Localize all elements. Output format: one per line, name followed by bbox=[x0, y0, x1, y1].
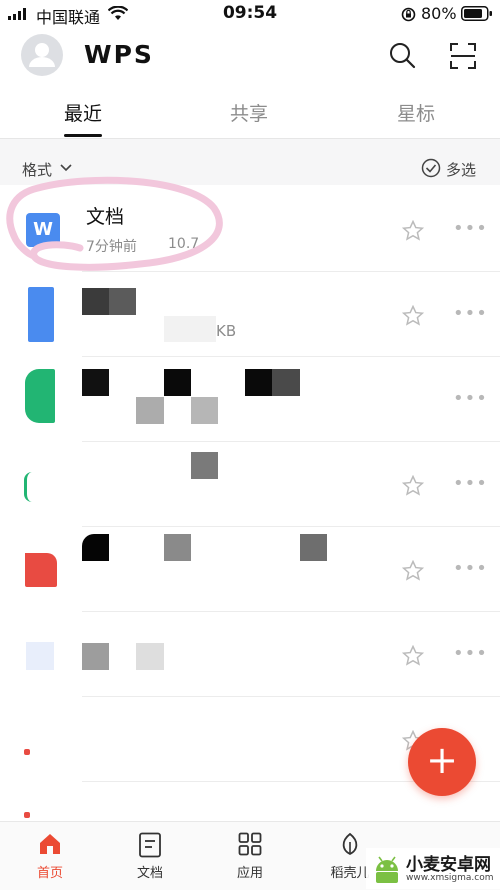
watermark-name: 小麦安卓网 bbox=[406, 855, 491, 875]
redacted-block bbox=[300, 534, 327, 561]
android-logo-icon bbox=[376, 856, 398, 883]
more-icon[interactable]: ••• bbox=[453, 645, 488, 663]
battery-percent: 80% bbox=[421, 4, 457, 23]
avatar[interactable] bbox=[21, 34, 63, 76]
redacted-block bbox=[82, 534, 109, 561]
nav-documents[interactable]: 文档 bbox=[120, 822, 180, 890]
status-bar: 中国联通 09:54 80% bbox=[0, 0, 500, 28]
file-icon bbox=[24, 749, 30, 755]
plus-icon: + bbox=[426, 738, 458, 782]
file-icon bbox=[26, 642, 54, 670]
redacted-block bbox=[191, 397, 218, 424]
tab-shared[interactable]: 共享 bbox=[230, 99, 268, 126]
tab-recent[interactable]: 最近 bbox=[64, 99, 102, 126]
star-icon[interactable] bbox=[402, 475, 424, 497]
file-row[interactable]: ••• bbox=[0, 442, 500, 527]
redacted-block bbox=[164, 316, 216, 342]
file-icon bbox=[24, 472, 32, 502]
avatar-icon bbox=[29, 43, 55, 67]
redacted-block bbox=[82, 288, 109, 315]
home-icon bbox=[40, 834, 60, 854]
file-row[interactable]: KB ••• bbox=[0, 272, 500, 357]
annotation-circle bbox=[6, 176, 223, 271]
add-button[interactable]: + bbox=[408, 728, 476, 796]
search-icon[interactable] bbox=[388, 41, 418, 71]
multi-select-button[interactable]: 多选 bbox=[446, 159, 476, 180]
orientation-lock-icon bbox=[401, 7, 416, 22]
scan-icon[interactable] bbox=[449, 42, 477, 70]
wps-logo: WPS bbox=[84, 40, 154, 69]
redacted-block bbox=[191, 452, 218, 479]
star-icon[interactable] bbox=[402, 220, 424, 242]
nav-apps[interactable]: 应用 bbox=[220, 822, 280, 890]
star-icon[interactable] bbox=[402, 305, 424, 327]
file-row[interactable]: ••• bbox=[0, 612, 500, 697]
battery-icon bbox=[461, 6, 492, 21]
watermark: 小麦安卓网 www.xmsigma.com bbox=[366, 848, 500, 889]
apps-icon bbox=[238, 832, 262, 856]
file-size: KB bbox=[216, 322, 237, 340]
leaf-icon bbox=[342, 832, 358, 856]
file-row[interactable]: ••• bbox=[0, 527, 500, 612]
redacted-block bbox=[82, 369, 109, 396]
more-icon[interactable]: ••• bbox=[453, 390, 488, 408]
more-icon[interactable]: ••• bbox=[453, 305, 488, 323]
redacted-block bbox=[82, 643, 109, 670]
redacted-block bbox=[109, 288, 136, 315]
tab-indicator bbox=[64, 134, 102, 137]
check-circle-icon[interactable] bbox=[421, 158, 441, 178]
redacted-block bbox=[164, 369, 191, 396]
document-icon bbox=[139, 832, 161, 858]
more-icon[interactable]: ••• bbox=[453, 475, 488, 493]
redacted-block bbox=[136, 397, 164, 424]
file-icon bbox=[25, 553, 57, 587]
file-icon bbox=[28, 287, 54, 342]
tab-starred[interactable]: 星标 bbox=[397, 99, 435, 126]
chevron-down-icon bbox=[60, 164, 72, 172]
file-icon bbox=[24, 812, 30, 818]
redacted-block bbox=[136, 643, 164, 670]
more-icon[interactable]: ••• bbox=[453, 560, 488, 578]
star-icon[interactable] bbox=[402, 560, 424, 582]
redacted-block bbox=[272, 369, 300, 396]
more-icon[interactable]: ••• bbox=[453, 220, 488, 238]
file-row[interactable]: ••• bbox=[0, 357, 500, 442]
redacted-block bbox=[164, 534, 191, 561]
watermark-url: www.xmsigma.com bbox=[406, 873, 494, 883]
file-icon bbox=[25, 369, 55, 423]
star-icon[interactable] bbox=[402, 645, 424, 667]
redacted-block bbox=[245, 369, 272, 396]
nav-home[interactable]: 首页 bbox=[20, 822, 80, 890]
